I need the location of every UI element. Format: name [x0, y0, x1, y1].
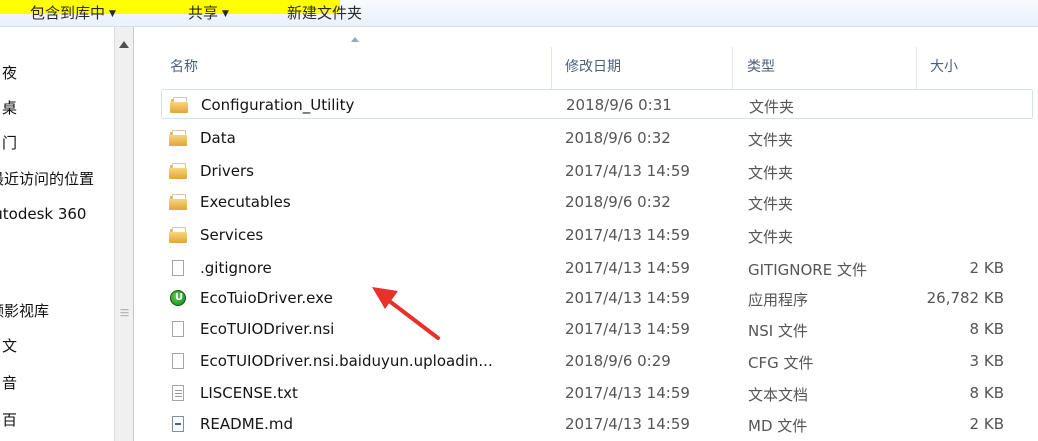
- red-arrow-icon: [372, 287, 440, 340]
